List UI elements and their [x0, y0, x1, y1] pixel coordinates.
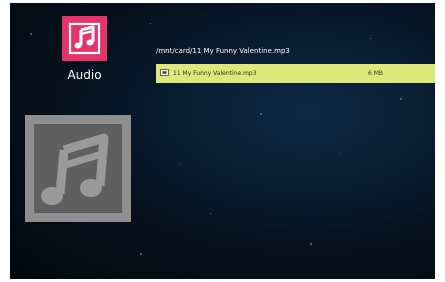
- audio-file-icon: [160, 69, 169, 76]
- background-star: [30, 33, 32, 35]
- file-list-item[interactable]: 11 My Funny Valentine.mp3 6 MB: [156, 64, 435, 83]
- file-name: 11 My Funny Valentine.mp3: [173, 70, 257, 77]
- current-path: /mnt/card/11 My Funny Valentine.mp3: [156, 47, 290, 55]
- background-star: [260, 113, 262, 115]
- background-star: [340, 153, 341, 154]
- background-star: [370, 38, 371, 39]
- album-art-placeholder: [25, 115, 131, 222]
- app-label: Audio: [67, 68, 102, 82]
- file-size: 6 MB: [368, 70, 384, 77]
- background-star: [400, 98, 402, 100]
- music-note-icon: [41, 133, 109, 205]
- music-note-icon: [68, 22, 101, 55]
- background-star: [210, 213, 211, 214]
- media-player-screen: Audio /mnt/card/11 My Funny Valentine.mp…: [10, 3, 435, 279]
- background-star: [180, 163, 181, 164]
- background-star: [310, 243, 312, 245]
- audio-app-tile[interactable]: [62, 16, 107, 61]
- background-star: [140, 253, 142, 255]
- background-star: [150, 23, 151, 24]
